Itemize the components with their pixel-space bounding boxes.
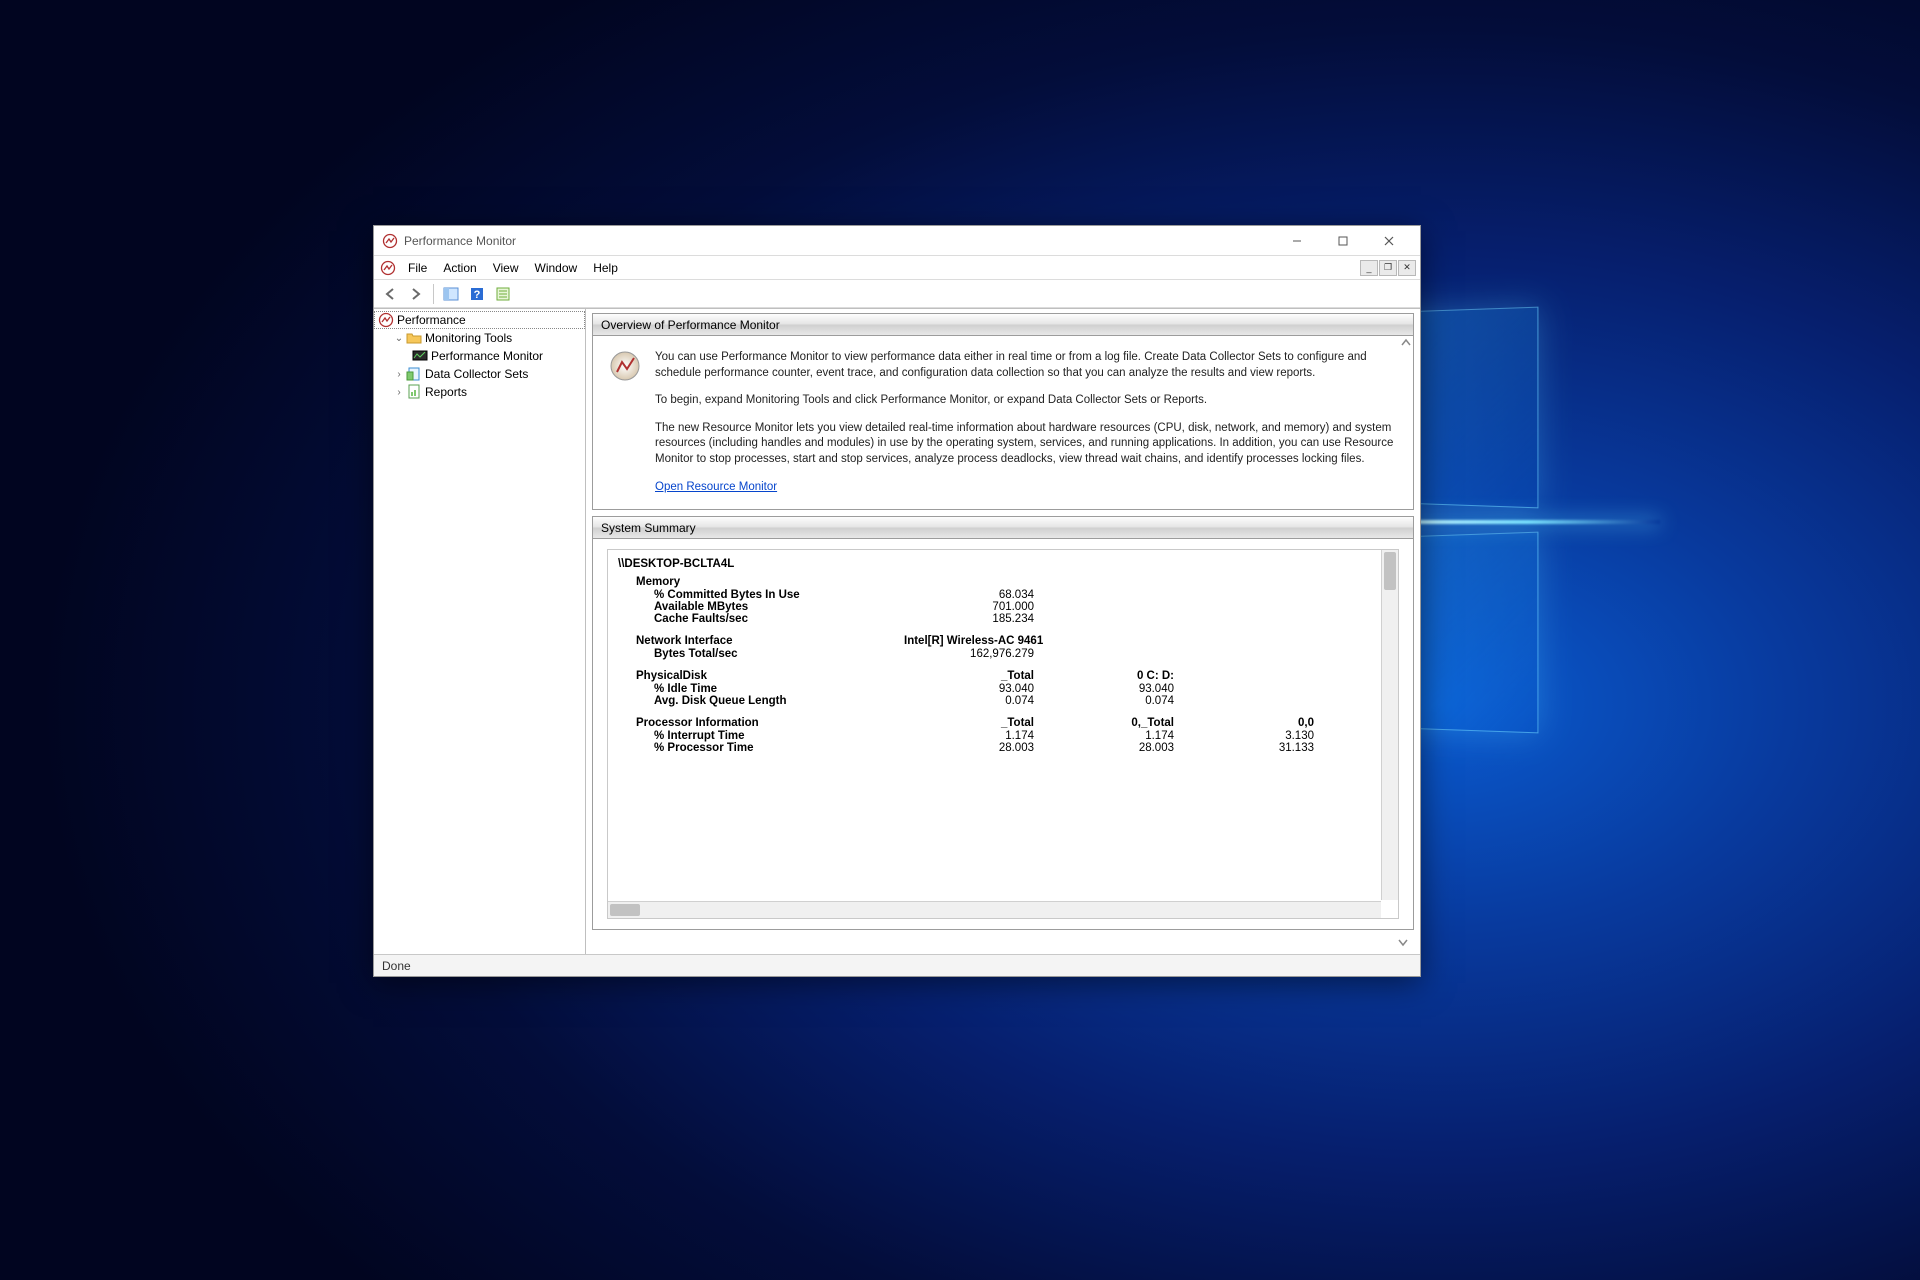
overview-text-2: To begin, expand Monitoring Tools and cl… [655,393,1397,409]
system-summary-grid[interactable]: \\DESKTOP-BCLTA4L Memory % Committed Byt… [607,549,1399,919]
expand-icon[interactable]: › [392,387,406,398]
group-memory: Memory [636,576,1388,588]
reports-icon [406,384,422,400]
system-summary-header: System Summary [593,517,1413,539]
mdi-minimize-button[interactable]: _ [1360,260,1378,276]
app-icon [380,260,396,276]
tree-node-performance-monitor[interactable]: Performance Monitor [374,347,585,365]
tree-label: Performance [397,313,466,327]
overview-header: Overview of Performance Monitor [593,314,1413,336]
window-title: Performance Monitor [404,234,1274,248]
system-summary-panel: System Summary \\DESKTOP-BCLTA4L Memory … [592,516,1414,930]
open-resource-monitor-link[interactable]: Open Resource Monitor [655,481,777,493]
overview-text-1: You can use Performance Monitor to view … [655,350,1397,381]
menu-help[interactable]: Help [585,257,626,279]
show-hide-tree-button[interactable] [439,282,463,306]
properties-button[interactable] [491,282,515,306]
status-text: Done [382,959,411,973]
menu-window[interactable]: Window [527,257,586,279]
perfmon-icon [378,312,394,328]
tree-label: Monitoring Tools [425,331,512,345]
app-icon [382,233,398,249]
overview-scroll-down-icon[interactable] [592,936,1414,950]
expand-icon[interactable]: ⌄ [392,333,406,344]
collector-icon [406,366,422,382]
overview-panel: Overview of Performance Monitor You can … [592,313,1414,510]
titlebar[interactable]: Performance Monitor [374,226,1420,256]
tree-node-performance[interactable]: Performance [374,311,585,329]
monitor-icon [412,348,428,364]
tree-node-reports[interactable]: › Reports [374,383,585,401]
tree-node-data-collector-sets[interactable]: › Data Collector Sets [374,365,585,383]
help-button[interactable]: ? [465,282,489,306]
maximize-button[interactable] [1320,227,1366,255]
menu-view[interactable]: View [485,257,527,279]
menubar: File Action View Window Help _ ❐ ✕ [374,256,1420,280]
overview-text-3: The new Resource Monitor lets you view d… [655,421,1397,468]
navigation-tree[interactable]: Performance ⌄ Monitoring Tools Performan… [374,309,586,954]
folder-icon [406,330,422,346]
summary-vertical-scrollbar[interactable] [1381,550,1398,900]
minimize-button[interactable] [1274,227,1320,255]
summary-horizontal-scrollbar[interactable] [608,901,1381,918]
performance-monitor-window: Performance Monitor File Action View Win… [373,225,1421,977]
svg-text:?: ? [474,289,481,301]
tree-label: Reports [425,385,467,399]
menu-file[interactable]: File [400,257,435,279]
overview-icon [609,350,641,382]
expand-icon[interactable]: › [392,369,406,380]
menu-action[interactable]: Action [435,257,484,279]
tree-label: Performance Monitor [431,349,543,363]
back-button[interactable] [378,282,402,306]
close-button[interactable] [1366,227,1412,255]
mdi-close-button[interactable]: ✕ [1398,260,1416,276]
tree-label: Data Collector Sets [425,367,528,381]
forward-button[interactable] [404,282,428,306]
statusbar: Done [374,954,1420,976]
toolbar: ? [374,280,1420,308]
summary-hostname: \\DESKTOP-BCLTA4L [618,558,1388,570]
tree-node-monitoring-tools[interactable]: ⌄ Monitoring Tools [374,329,585,347]
mdi-restore-button[interactable]: ❐ [1379,260,1397,276]
overview-scroll-up-icon[interactable] [1401,338,1411,348]
